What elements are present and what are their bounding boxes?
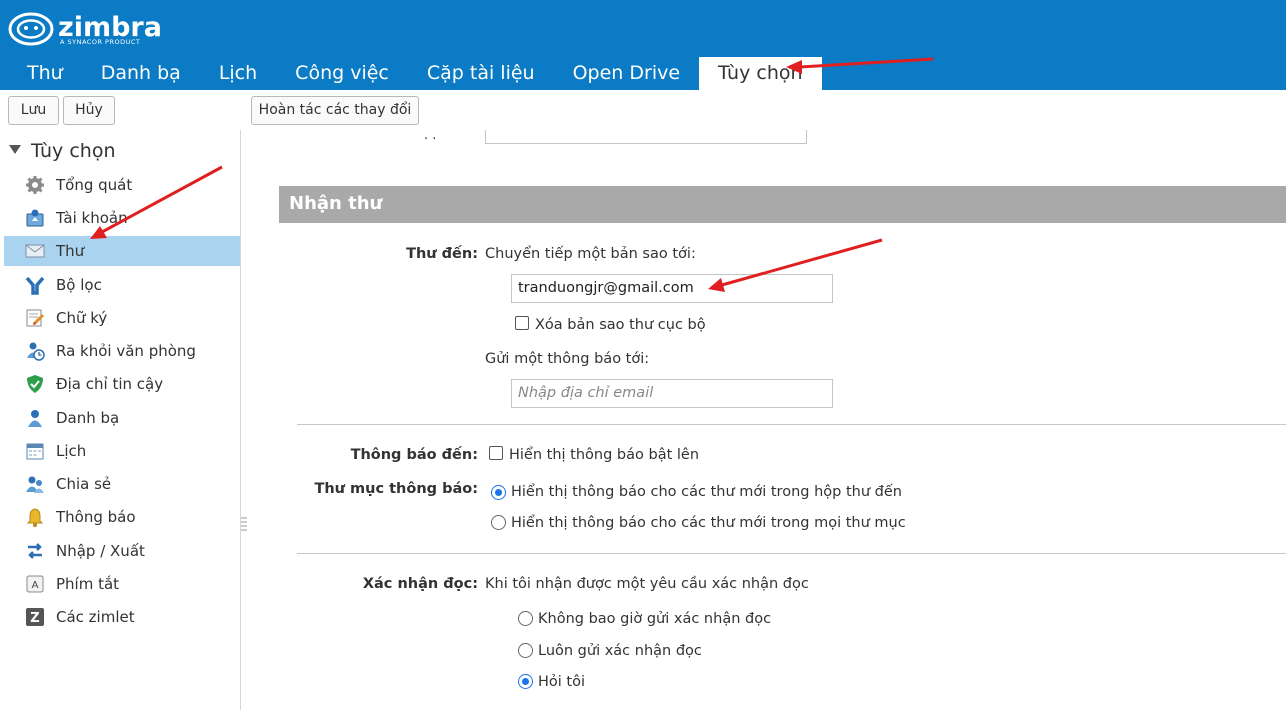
revert-changes-button[interactable]: Hoàn tác các thay đổi (251, 96, 419, 125)
contact-icon (24, 408, 46, 428)
sidebar-item-label: Danh bạ (56, 409, 120, 427)
popup-notification-label: Hiển thị thông báo bật lên (509, 447, 700, 463)
forward-copy-label: Chuyển tiếp một bản sao tới: (485, 246, 696, 262)
ask-me-label: Hỏi tôi (538, 674, 585, 690)
read-receipt-intro: Khi tôi nhận được một yêu cầu xác nhận đ… (485, 576, 809, 592)
collapse-triangle-icon[interactable] (9, 145, 21, 154)
sidebar-item-label: Thông báo (56, 508, 136, 526)
forward-email-input[interactable]: tranduongjr@gmail.com (511, 274, 833, 303)
sidebar-item-label: Nhập / Xuất (56, 542, 145, 560)
always-send-receipt-label: Luôn gửi xác nhận đọc (538, 643, 702, 659)
filter-icon (24, 275, 46, 295)
tab-briefcase[interactable]: Cặp tài liệu (408, 57, 554, 90)
sidebar-item-import-export[interactable]: Nhập / Xuất (4, 536, 240, 566)
sidebar-item-label: Chia sẻ (56, 475, 112, 493)
sidebar-item-label: Chữ ký (56, 309, 108, 327)
brand-subtitle: A SYNACOR PRODUCT (60, 38, 141, 46)
incoming-mail-label: Thư đến: (406, 246, 478, 262)
sidebar-item-label: Các zimlet (56, 608, 135, 626)
sidebar-item-label: Phím tắt (56, 575, 120, 593)
zimbra-logo[interactable]: zimbra A SYNACOR PRODUCT (8, 10, 168, 50)
send-notification-label: Gửi một thông báo tới: (485, 351, 650, 367)
mail-preferences-panel: · · Nhận thư Thư đến: Chuyển tiếp một bả… (249, 130, 1286, 710)
sidebar-item-notifications[interactable]: Thông báo (4, 502, 240, 532)
divider (297, 553, 1286, 554)
preferences-sidebar: Tùy chọn Tổng quát Tài khoản Thư Bộ lọc (0, 130, 241, 710)
sidebar-item-label: Tài khoản (56, 209, 128, 227)
ask-me-radio[interactable] (518, 674, 533, 689)
notification-label: Thông báo đến: (350, 447, 478, 463)
notification-email-input[interactable]: Nhập địa chỉ email (511, 379, 833, 408)
notify-folder-label: Thư mục thông báo: (314, 481, 478, 497)
svg-text:Z: Z (30, 611, 39, 626)
gear-icon (24, 175, 46, 195)
sidebar-item-label: Lịch (56, 442, 87, 460)
sidebar-item-filters[interactable]: Bộ lọc (4, 270, 240, 300)
delete-local-copy-label: Xóa bản sao thư cục bộ (535, 317, 706, 333)
signature-icon (24, 308, 46, 328)
zimbra-logo-icon (8, 12, 54, 46)
toolbar: Lưu Hủy Hoàn tác các thay đổi (0, 90, 1286, 130)
tab-calendar[interactable]: Lịch (200, 57, 276, 90)
notify-all-folders-label: Hiển thị thông báo cho các thư mới trong… (511, 515, 906, 531)
sidebar-item-label: Thư (56, 242, 85, 260)
tab-mail[interactable]: Thư (8, 57, 82, 90)
scrolled-field-label-fragment: · · (424, 132, 437, 147)
out-of-office-icon (24, 341, 46, 361)
section-header-receiving-mail: Nhận thư (279, 186, 1286, 223)
sidebar-item-mail[interactable]: Thư (4, 236, 240, 266)
mail-icon (24, 241, 46, 261)
divider (297, 424, 1286, 425)
tab-contacts[interactable]: Danh bạ (82, 57, 200, 90)
read-receipt-label: Xác nhận đọc: (362, 576, 478, 592)
top-bar: zimbra A SYNACOR PRODUCT Thư Danh bạ Lịc… (0, 0, 1286, 90)
section-title: Nhận thư (289, 193, 383, 214)
sidebar-item-label: Ra khỏi văn phòng (56, 342, 196, 360)
tab-tasks[interactable]: Công việc (276, 57, 408, 90)
trusted-shield-icon (24, 374, 46, 394)
sidebar-item-label: Tổng quát (56, 176, 133, 194)
notify-inbox-label: Hiển thị thông báo cho các thư mới trong… (511, 484, 902, 500)
sidebar-item-shortcuts[interactable]: A Phím tắt (4, 569, 240, 599)
tab-open-drive[interactable]: Open Drive (554, 57, 699, 90)
sidebar-item-general[interactable]: Tổng quát (4, 170, 240, 200)
panel-splitter-grip[interactable] (241, 516, 247, 532)
delete-local-copy-checkbox[interactable] (515, 316, 529, 330)
keyboard-shortcut-icon: A (24, 574, 46, 594)
import-export-icon (24, 541, 46, 561)
zimbra-app: { "brand": { "name": "zimbra", "subtitle… (0, 0, 1286, 710)
tab-preferences[interactable]: Tùy chọn (699, 57, 822, 90)
sidebar-item-account[interactable]: Tài khoản (4, 203, 240, 233)
bell-icon (24, 507, 46, 527)
zimlet-icon: Z (24, 607, 46, 627)
sidebar-heading[interactable]: Tùy chọn (9, 140, 115, 162)
never-send-receipt-label: Không bao giờ gửi xác nhận đọc (538, 611, 772, 627)
notify-inbox-radio[interactable] (491, 485, 506, 500)
sidebar-item-calendar[interactable]: Lịch (4, 436, 240, 466)
never-send-receipt-radio[interactable] (518, 611, 533, 626)
app-tabs: Thư Danh bạ Lịch Công việc Cặp tài liệu … (8, 57, 822, 90)
popup-notification-checkbox[interactable] (489, 446, 503, 460)
notify-all-folders-radio[interactable] (491, 515, 506, 530)
always-send-receipt-radio[interactable] (518, 643, 533, 658)
sidebar-item-sharing[interactable]: Chia sẻ (4, 469, 240, 499)
scrolled-input-field[interactable] (485, 130, 807, 144)
sidebar-item-signature[interactable]: Chữ ký (4, 303, 240, 333)
save-button[interactable]: Lưu (8, 96, 59, 125)
svg-text:A: A (32, 580, 39, 591)
sidebar-item-trusted-addresses[interactable]: Địa chỉ tin cậy (4, 369, 240, 399)
account-icon (24, 208, 46, 228)
sidebar-item-label: Địa chỉ tin cậy (56, 375, 164, 393)
sidebar-heading-label: Tùy chọn (31, 140, 116, 162)
cancel-button[interactable]: Hủy (63, 96, 115, 125)
sidebar-item-label: Bộ lọc (56, 276, 102, 294)
sidebar-item-contacts[interactable]: Danh bạ (4, 403, 240, 433)
sidebar-item-zimlets[interactable]: Z Các zimlet (4, 602, 240, 632)
share-icon (24, 474, 46, 494)
calendar-icon (24, 441, 46, 461)
sidebar-item-out-of-office[interactable]: Ra khỏi văn phòng (4, 336, 240, 366)
